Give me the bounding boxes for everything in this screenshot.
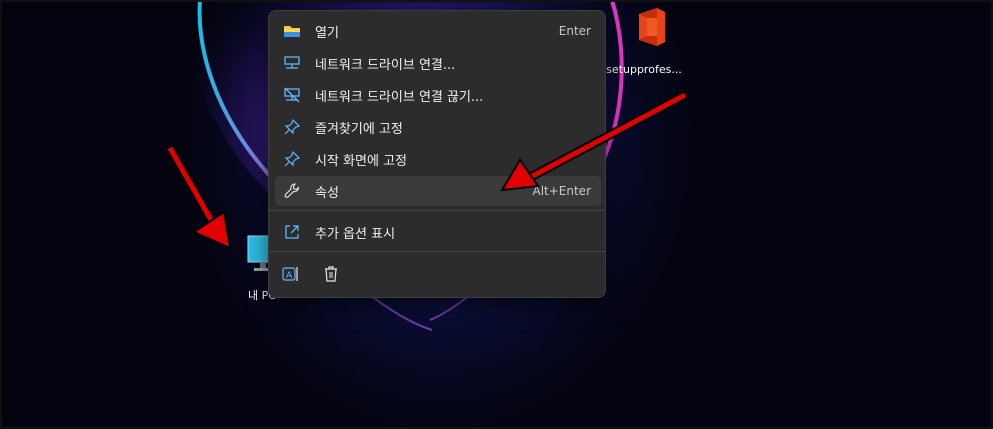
menu-divider	[269, 251, 605, 252]
network-drive-disconnect-icon	[283, 86, 301, 104]
menu-item-pin-favorites[interactable]: 즐겨찾기에 고정	[275, 112, 601, 142]
svg-text:A: A	[286, 271, 293, 281]
menu-item-properties[interactable]: 속성 Alt+Enter	[275, 176, 601, 206]
menu-item-shortcut: Alt+Enter	[532, 184, 591, 198]
trash-icon[interactable]	[321, 264, 341, 284]
menu-item-label: 네트워크 드라이브 연결 끊기...	[315, 89, 484, 105]
menu-item-label: 즐겨찾기에 고정	[315, 121, 403, 137]
pin-icon	[283, 118, 301, 136]
menu-item-label: 속성	[315, 185, 339, 201]
menu-item-disconnect-network-drive[interactable]: 네트워크 드라이브 연결 끊기...	[275, 80, 601, 110]
menu-item-label: 시작 화면에 고정	[315, 153, 407, 169]
folder-icon	[283, 22, 301, 40]
menu-divider	[269, 210, 605, 211]
desktop-icon-label: setupprofes...	[606, 63, 682, 76]
menu-item-pin-start[interactable]: 시작 화면에 고정	[275, 144, 601, 174]
menu-item-label: 추가 옵션 표시	[315, 226, 396, 242]
menu-item-label: 네트워크 드라이브 연결...	[315, 57, 456, 73]
wrench-icon	[283, 182, 301, 200]
desktop-icon-setup-office[interactable]: setupprofes...	[604, 6, 684, 76]
expand-icon	[283, 223, 301, 241]
context-menu: 열기 Enter 네트워크 드라이브 연결... 네트워크 드라이브 연결 끊기…	[268, 10, 606, 298]
network-drive-icon	[283, 54, 301, 72]
menu-item-open[interactable]: 열기 Enter	[275, 16, 601, 46]
menu-item-show-more-options[interactable]: 추가 옵션 표시	[275, 217, 601, 247]
office-icon	[639, 8, 665, 46]
menu-item-map-network-drive[interactable]: 네트워크 드라이브 연결...	[275, 48, 601, 78]
pin-icon	[283, 150, 301, 168]
rename-icon[interactable]: A	[281, 264, 301, 284]
menu-item-shortcut: Enter	[558, 24, 591, 38]
menu-item-label: 열기	[315, 25, 339, 41]
